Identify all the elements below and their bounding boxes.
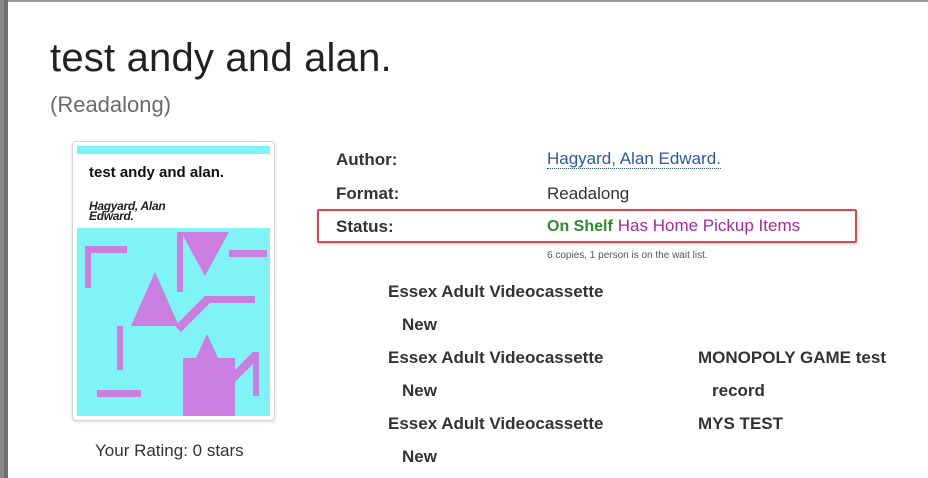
format-subtitle: (Readalong) [50, 92, 172, 117]
holding-location: Essex Adult Videocassette [388, 348, 604, 367]
holding-note: MYS TEST [698, 414, 784, 433]
home-pickup-text: Has Home Pickup Items [617, 216, 801, 235]
format-value: Readalong [547, 184, 630, 203]
on-shelf-badge: On Shelf [547, 218, 613, 235]
holding-location: Essex Adult Videocassette [388, 414, 604, 433]
cover-author: Hagyard, Alan Edward. [89, 199, 166, 223]
holding-status: New [402, 315, 437, 334]
format-label: Format: [336, 184, 400, 203]
copies-note: 6 copies, 1 person is on the wait list. [547, 250, 708, 261]
cover-art [77, 146, 270, 416]
holding-status: New [402, 447, 437, 466]
holding-status: New [402, 381, 437, 400]
status-value: On Shelf Has Home Pickup Items [547, 216, 800, 236]
cover-title: test andy and alan. [89, 164, 225, 181]
record-page: test andy and alan. (Readalong) test and… [4, 0, 928, 478]
status-label: Status: [336, 217, 394, 236]
page-title: test andy and alan. [50, 36, 392, 80]
holding-location: Essex Adult Videocassette [388, 282, 604, 301]
holding-note: MONOPOLY GAME test [698, 348, 886, 367]
author-value: Hagyard, Alan Edward. [547, 149, 721, 169]
rating-text: Your Rating: 0 stars [95, 441, 244, 460]
book-cover[interactable]: test andy and alan. Hagyard, Alan Edward… [72, 141, 275, 421]
author-link[interactable]: Hagyard, Alan Edward. [547, 149, 721, 169]
author-label: Author: [336, 150, 398, 169]
holding-note: record [712, 381, 765, 400]
